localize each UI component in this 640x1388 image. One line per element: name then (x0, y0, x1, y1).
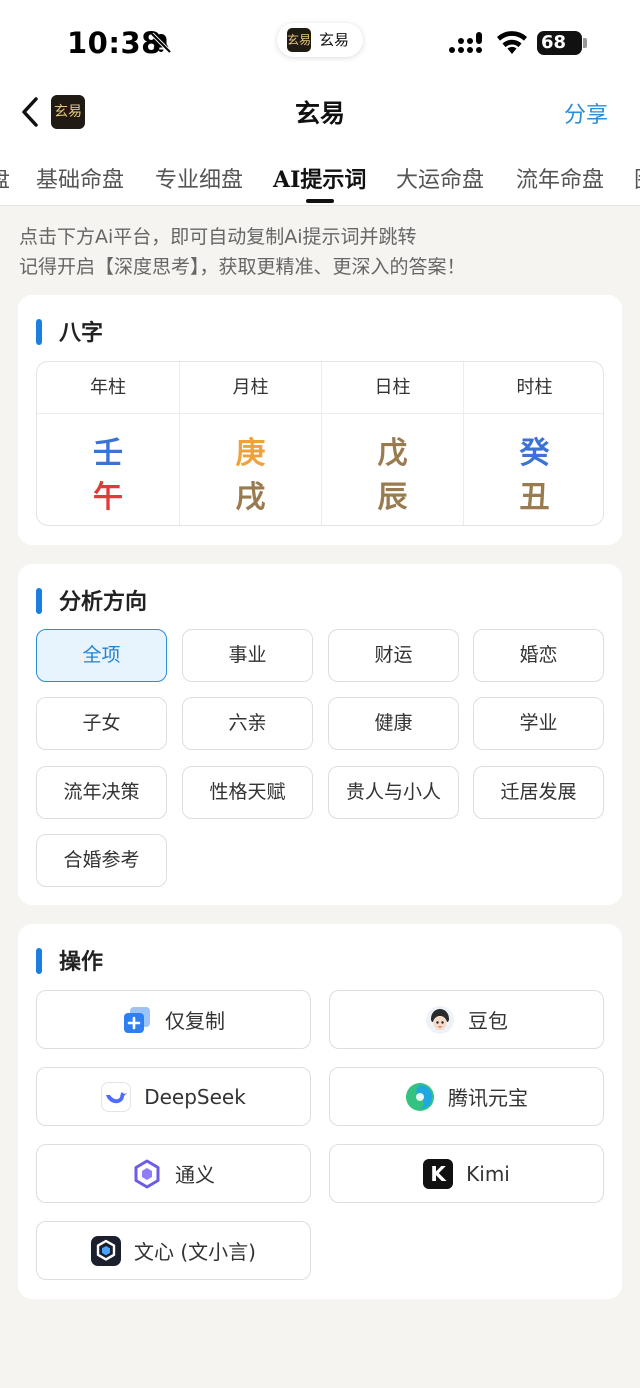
instruction-text: 点击下方Ai平台，即可自动复制Ai提示词并跳转 记得开启【深度思考】，获取更精准… (19, 222, 466, 282)
doubao-label: 豆包 (468, 1009, 508, 1033)
kimi-label: Kimi (466, 1161, 510, 1186)
copy-only-button[interactable]: 仅复制 (36, 990, 311, 1049)
option-all[interactable]: 全项 (36, 629, 167, 682)
copy-only-label: 仅复制 (165, 1009, 225, 1033)
deepseek-button[interactable]: DeepSeek (36, 1067, 311, 1126)
section-accent-bar (36, 948, 42, 974)
tencent-yuanbao-button[interactable]: 腾讯元宝 (329, 1067, 604, 1126)
option-children[interactable]: 子女 (36, 697, 167, 750)
share-button[interactable]: 分享 (564, 97, 608, 129)
battery-nub (583, 38, 587, 48)
bazi-stem-day: 戊 (377, 436, 408, 471)
option-health[interactable]: 健康 (328, 697, 459, 750)
instruction-line-1: 点击下方Ai平台，即可自动复制Ai提示词并跳转 (19, 226, 417, 248)
bazi-stem-hour: 癸 (519, 436, 550, 471)
bazi-header-day: 日柱 (322, 362, 463, 414)
bazi-column-hour: 时柱 癸 丑 (463, 362, 603, 525)
option-relocation[interactable]: 迁居发展 (473, 766, 604, 819)
instruction-line-2: 记得开启【深度思考】，获取更精准、更深入的答案！ (19, 256, 466, 278)
bazi-column-day: 日柱 戊 辰 (321, 362, 463, 525)
bazi-column-month: 月柱 庚 戌 (179, 362, 321, 525)
bazi-branch-month: 戌 (235, 480, 266, 515)
option-study[interactable]: 学业 (473, 697, 604, 750)
page-title: 玄易 (294, 99, 345, 128)
tongyi-button[interactable]: 通义 (36, 1144, 311, 1203)
actions-title: 操作 (59, 949, 104, 975)
bell-muted-icon (150, 32, 172, 54)
copy-plus-icon (124, 1006, 150, 1033)
wenxin-icon (91, 1235, 122, 1266)
cellular-signal-icon (449, 32, 482, 53)
tab-dayun-chart[interactable]: 大运命盘 (396, 162, 484, 194)
deepseek-icon (101, 1081, 132, 1112)
bazi-card: 八字 年柱 壬 午 月柱 庚 戌 日柱 戊 辰 时柱 癸 丑 (18, 295, 622, 545)
option-personality[interactable]: 性格天赋 (182, 766, 313, 819)
bazi-stem-month: 庚 (235, 436, 266, 471)
battery-indicator: 68 (537, 31, 582, 55)
kimi-icon: K (423, 1158, 454, 1189)
doubao-button[interactable]: 豆包 (329, 990, 604, 1049)
section-accent-bar (36, 588, 42, 614)
bazi-header-hour: 时柱 (464, 362, 603, 414)
dynamic-island-app-pill[interactable]: 玄易 玄易 (277, 23, 363, 57)
actions-card: 操作 仅复制 豆包 DeepSeek 腾讯元宝 通义 K Kimi 文心 (文小… (18, 924, 622, 1299)
option-annual-decision[interactable]: 流年决策 (36, 766, 167, 819)
tongyi-label: 通义 (175, 1163, 215, 1187)
yuanbao-icon (406, 1082, 434, 1111)
option-career[interactable]: 事业 (182, 629, 313, 682)
wifi-icon (497, 31, 527, 54)
analysis-title: 分析方向 (59, 589, 148, 615)
bazi-header-month: 月柱 (180, 362, 321, 414)
bazi-table: 年柱 壬 午 月柱 庚 戌 日柱 戊 辰 时柱 癸 丑 (36, 361, 604, 526)
option-wealth[interactable]: 财运 (328, 629, 459, 682)
tab-professional-chart[interactable]: 专业细盘 (155, 162, 243, 194)
tab-partial-right[interactable]: 图 (634, 162, 640, 194)
yuanbao-label: 腾讯元宝 (448, 1086, 528, 1110)
status-bar: 10:38 玄易 玄易 68 (0, 0, 640, 86)
bazi-title: 八字 (59, 320, 104, 346)
tab-bar: 盘 基础命盘 专业细盘 AI提示词 大运命盘 流年命盘 图 (0, 158, 640, 198)
bazi-branch-year: 午 (93, 480, 123, 515)
kimi-button[interactable]: K Kimi (329, 1144, 604, 1203)
section-accent-bar (36, 319, 42, 345)
wenxin-label: 文心 (文小言) (134, 1240, 256, 1264)
analysis-direction-card: 分析方向 全项 事业 财运 婚恋 子女 六亲 健康 学业 流年决策 性格天赋 贵… (18, 564, 622, 905)
option-family[interactable]: 六亲 (182, 697, 313, 750)
option-benefactors[interactable]: 贵人与小人 (328, 766, 459, 819)
kimi-icon-letter: K (430, 1161, 446, 1186)
status-time: 10:38 (67, 26, 162, 60)
header: 10:38 玄易 玄易 68 玄易 玄易 分享 基础命盘 专业细盘 AI提示词 … (0, 0, 640, 206)
bazi-stem-year: 壬 (93, 436, 123, 471)
bazi-branch-hour: 丑 (519, 480, 550, 515)
deepseek-label: DeepSeek (144, 1084, 246, 1109)
tab-ai-prompt[interactable]: AI提示词 (273, 162, 366, 194)
option-marriage-match[interactable]: 合婚参考 (36, 834, 167, 887)
battery-level: 68 (541, 32, 567, 53)
bazi-branch-day: 辰 (377, 480, 408, 515)
tab-partial-left[interactable]: 盘 (0, 162, 10, 194)
active-tab-indicator (306, 199, 334, 203)
bazi-header-year: 年柱 (37, 362, 179, 414)
option-romance[interactable]: 婚恋 (473, 629, 604, 682)
doubao-icon (426, 1005, 454, 1034)
tongyi-icon (134, 1159, 160, 1188)
wenxin-button[interactable]: 文心 (文小言) (36, 1221, 311, 1280)
app-mini-logo: 玄易 (287, 28, 311, 52)
bazi-column-year: 年柱 壬 午 (37, 362, 179, 525)
pill-label: 玄易 (319, 31, 350, 49)
tab-liunian-chart[interactable]: 流年命盘 (516, 162, 604, 194)
tab-basic-chart[interactable]: 基础命盘 (36, 162, 124, 194)
